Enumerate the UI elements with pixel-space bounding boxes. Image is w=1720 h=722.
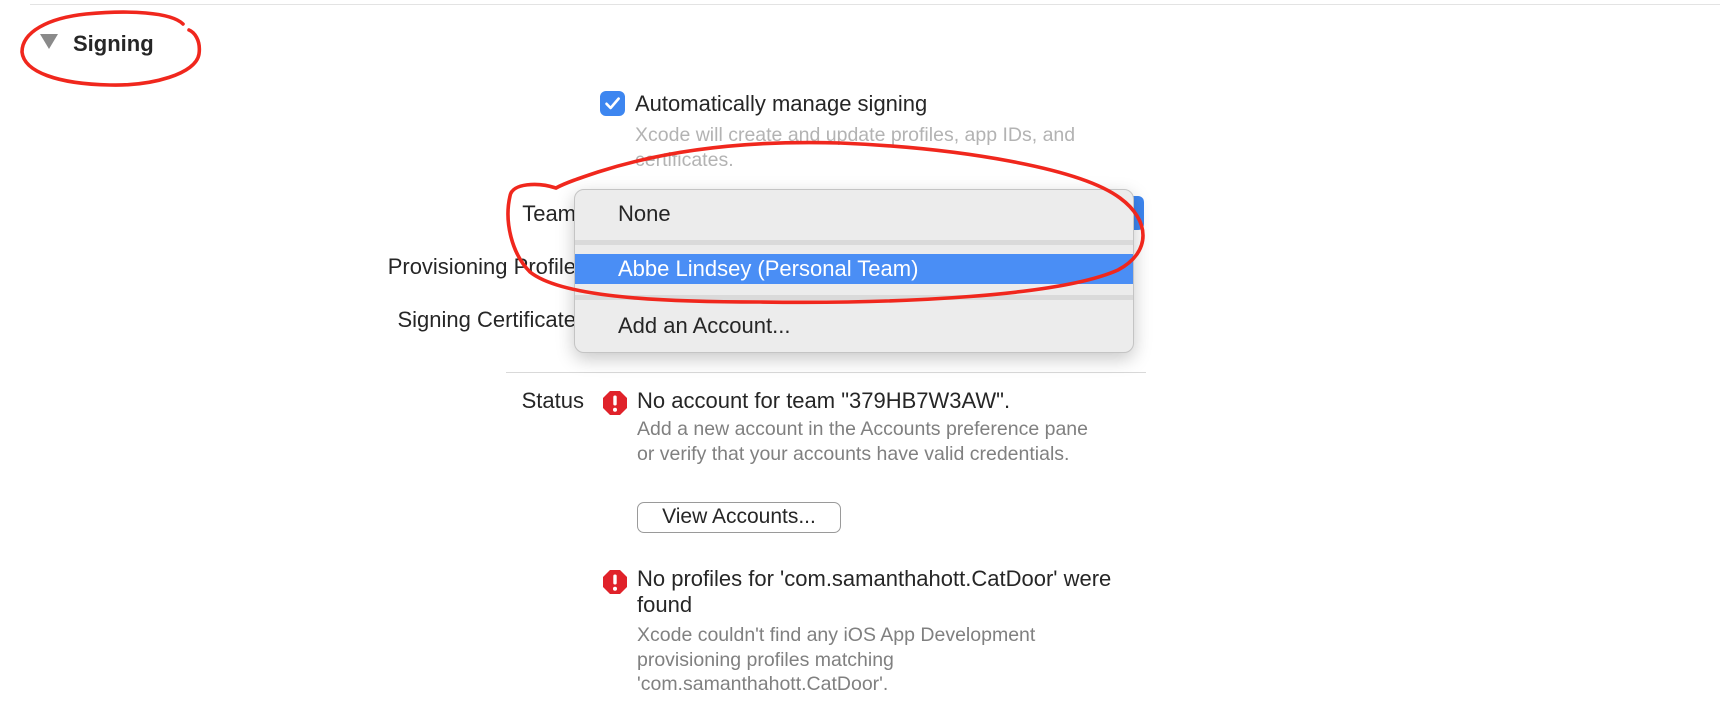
error-icon	[603, 570, 627, 594]
menu-separator	[575, 240, 1133, 245]
section-title[interactable]: Signing	[73, 31, 154, 57]
auto-signing-label[interactable]: Automatically manage signing	[635, 91, 927, 117]
view-accounts-button[interactable]: View Accounts...	[637, 502, 841, 533]
disclosure-triangle-down-icon[interactable]	[40, 34, 58, 49]
menu-item-add-account[interactable]: Add an Account...	[575, 311, 1133, 341]
auto-signing-checkbox[interactable]	[600, 91, 625, 116]
error-title-profiles: No profiles for 'com.samanthahott.CatDoo…	[637, 566, 1112, 617]
section-divider	[506, 372, 1146, 373]
menu-separator	[575, 295, 1133, 300]
error-body-profiles: Xcode couldn't find any iOS App Developm…	[637, 624, 1036, 695]
error-icon	[603, 391, 627, 415]
menu-item-personal-team[interactable]: Abbe Lindsey (Personal Team)	[575, 254, 1133, 284]
auto-signing-help: Xcode will create and update profiles, a…	[635, 124, 1076, 171]
signing-certificate-label: Signing Certificate	[397, 307, 576, 332]
error-title-team: No account for team "379HB7W3AW".	[637, 388, 1011, 413]
provisioning-profile-label: Provisioning Profile	[387, 254, 576, 279]
checkmark-icon	[605, 97, 620, 110]
team-dropdown-menu: None Abbe Lindsey (Personal Team) Add an…	[574, 189, 1134, 353]
menu-item-none[interactable]: None	[575, 199, 1133, 229]
top-divider	[30, 4, 1720, 5]
team-label: Team	[522, 201, 576, 226]
status-label: Status	[521, 388, 584, 413]
error-body-team: Add a new account in the Accounts prefer…	[637, 418, 1088, 465]
